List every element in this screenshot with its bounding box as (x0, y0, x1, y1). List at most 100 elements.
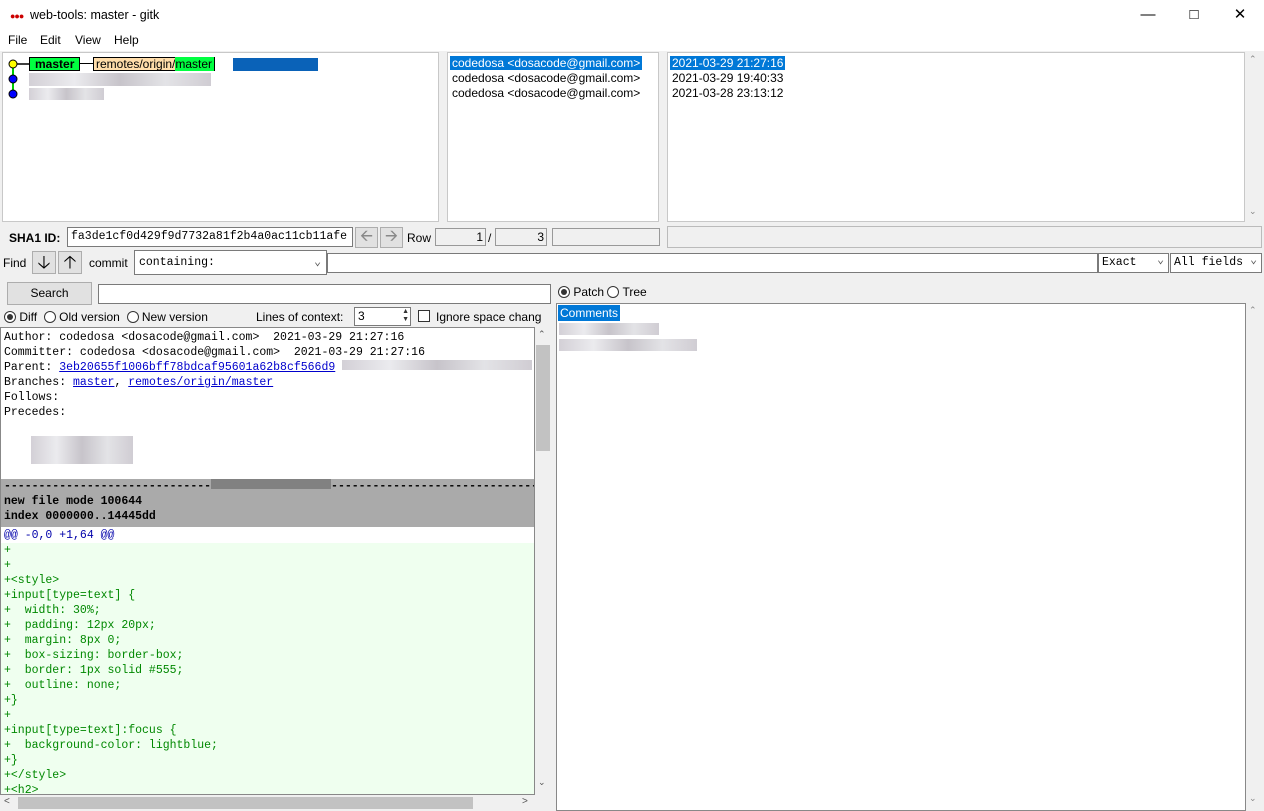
ignore-space-label[interactable]: Ignore space chang (436, 310, 548, 324)
chevron-down-icon: ⌄ (1250, 254, 1257, 267)
added-line: + border: 1px solid #555; (4, 664, 184, 677)
find-input[interactable] (327, 253, 1098, 273)
menu-view[interactable]: View (75, 33, 101, 47)
diff-hscroll-thumb[interactable] (18, 797, 473, 809)
chevron-down-icon: ⌄ (1157, 254, 1164, 267)
comments-item[interactable]: Comments (558, 305, 621, 321)
parent-line: Parent: 3eb20655f1006bff78bdcaf95601a62b… (4, 360, 534, 375)
patch-label[interactable]: Patch (573, 285, 604, 299)
row-slash: / (488, 231, 492, 245)
fields-select[interactable]: All fields ⌄ (1170, 253, 1262, 273)
parent-link[interactable]: 3eb20655f1006bff78bdcaf95601a62b8cf566d9 (59, 361, 335, 374)
ignore-space-checkbox[interactable] (418, 310, 430, 322)
match-value: Exact (1102, 256, 1137, 269)
commit-list-scrollbar[interactable]: ⌃ ⌄ (1246, 52, 1262, 222)
date-row[interactable]: 2021-03-29 21:27:16 (670, 56, 786, 70)
progress-box (552, 228, 660, 246)
context-label: Lines of context: (256, 310, 344, 324)
author-line: Author: codedosa <dosacode@gmail.com> 20… (4, 331, 405, 344)
added-line: +input[type=text]:focus { (4, 724, 177, 737)
file-item-blurred[interactable] (559, 339, 697, 351)
new-version-radio[interactable] (126, 311, 139, 323)
diff-scroll-thumb[interactable] (536, 345, 550, 451)
row-label: Row (407, 231, 432, 245)
author-row[interactable]: codedosa <dosacode@gmail.com> (452, 86, 640, 100)
menu-edit[interactable]: Edit (40, 33, 61, 47)
author-row[interactable]: codedosa <dosacode@gmail.com> (450, 56, 643, 70)
diff-label[interactable]: Diff (19, 310, 37, 324)
branch-link-master[interactable]: master (73, 376, 114, 389)
search-button[interactable]: Search (7, 282, 92, 305)
spinner-arrows-icon[interactable]: ▲ ▼ (402, 308, 409, 324)
remote-tag[interactable]: remotes/origin/master (93, 57, 216, 71)
new-version-label[interactable]: New version (142, 310, 208, 324)
added-line: +} (4, 754, 18, 767)
parent-label: Parent: (4, 361, 60, 374)
file-item-blurred[interactable] (559, 323, 659, 335)
file-list-pane[interactable]: Comments (556, 303, 1246, 811)
added-line: +</style> (4, 769, 67, 782)
row-total: 3 (495, 228, 547, 246)
date-row[interactable]: 2021-03-28 23:13:12 (672, 86, 783, 100)
close-button[interactable]: ✕ (1217, 0, 1263, 31)
back-arrow-button[interactable]: 🡨 (355, 227, 378, 248)
find-mode-select[interactable]: containing: ⌄ (134, 250, 327, 275)
added-line: + box-sizing: border-box; (4, 649, 184, 662)
sha-input[interactable]: fa3de1cf0d429f9d7732a81f2b4a0ac11cb11afe (67, 227, 353, 247)
menu-bar: File Edit View Help (0, 31, 1264, 51)
author-row[interactable]: codedosa <dosacode@gmail.com> (452, 71, 640, 85)
title-bar: ●●● web-tools: master - gitk — □ ✕ (0, 0, 1264, 31)
old-version-radio[interactable] (43, 311, 56, 323)
old-version-label[interactable]: Old version (59, 310, 120, 324)
date-pane[interactable]: 2021-03-29 21:27:16 2021-03-29 19:40:33 … (667, 52, 1245, 222)
index-line: index 0000000..14445dd (4, 510, 156, 523)
tag-connector (79, 63, 93, 64)
minimize-button[interactable]: — (1125, 0, 1171, 31)
match-select[interactable]: Exact ⌄ (1098, 253, 1169, 273)
row-number: 1 (435, 228, 486, 246)
find-down-button[interactable]: 🡣 (32, 251, 56, 274)
find-up-button[interactable]: 🡡 (58, 251, 82, 274)
status-box (667, 226, 1262, 248)
patch-radio[interactable] (558, 286, 570, 298)
added-line: + padding: 12px 20px; (4, 619, 156, 632)
forward-arrow-button[interactable]: 🡪 (380, 227, 403, 248)
commit-graph-pane[interactable]: master remotes/origin/master (2, 52, 439, 222)
diff-pane[interactable]: Author: codedosa <dosacode@gmail.com> 20… (0, 327, 535, 795)
commit-subject-blurred (29, 73, 211, 86)
commit-dot (8, 74, 18, 84)
branch-separator: , (114, 376, 129, 389)
added-line: + (4, 544, 11, 557)
tree-label[interactable]: Tree (623, 285, 647, 299)
commit-label: commit (89, 256, 128, 270)
search-input[interactable] (98, 284, 551, 304)
commit-subject-blurred (29, 88, 104, 100)
branch-tag-master[interactable]: master (29, 57, 81, 71)
head-commit-dot (8, 59, 18, 69)
added-line: + width: 30%; (4, 604, 101, 617)
branch-link-remote[interactable]: remotes/origin/master (128, 376, 273, 389)
committer-line: Committer: codedosa <dosacode@gmail.com>… (4, 346, 425, 359)
remote-prefix: remotes/origin/ (96, 57, 176, 71)
author-pane[interactable]: codedosa <dosacode@gmail.com> codedosa <… (447, 52, 659, 222)
tree-radio[interactable] (607, 286, 620, 298)
sha-label: SHA1 ID: (9, 231, 61, 245)
diff-vscrollbar[interactable]: ⌃ ⌄ (535, 327, 551, 795)
menu-help[interactable]: Help (114, 33, 139, 47)
added-line: + (4, 709, 11, 722)
added-line: +input[type=text] { (4, 589, 136, 602)
date-row[interactable]: 2021-03-29 19:40:33 (672, 71, 783, 85)
follows-line: Follows: (4, 391, 60, 404)
precedes-line: Precedes: (4, 406, 67, 419)
file-list-scrollbar[interactable]: ⌃ ⌄ (1246, 303, 1262, 811)
remote-branch: master (175, 57, 215, 71)
added-line: + margin: 8px 0; (4, 634, 122, 647)
menu-file[interactable]: File (8, 33, 27, 47)
diff-hscrollbar[interactable]: < > (0, 795, 535, 811)
context-spinbox[interactable]: 3 ▲ ▼ (354, 307, 411, 326)
selected-commit-subject-blurred (233, 58, 318, 71)
diff-radio[interactable] (4, 311, 16, 323)
commit-dot (8, 89, 18, 99)
chevron-down-icon: ⌄ (314, 256, 321, 269)
maximize-button[interactable]: □ (1171, 0, 1217, 31)
